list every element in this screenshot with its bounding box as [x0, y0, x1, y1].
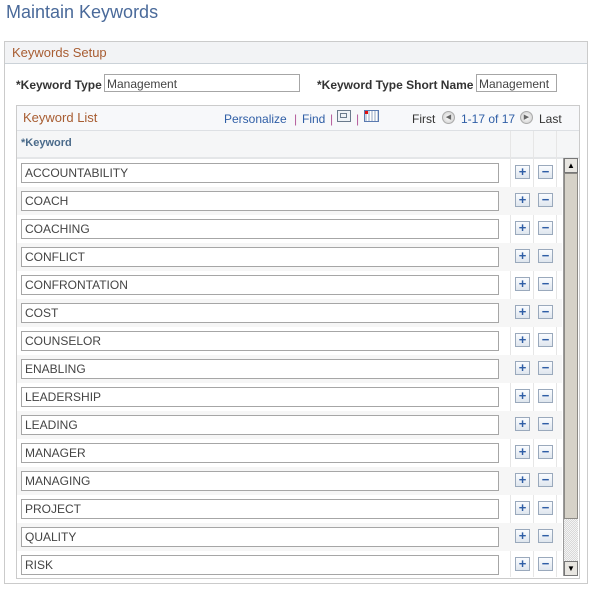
add-row-button[interactable]: +	[515, 501, 530, 515]
keyword-type-input[interactable]: Management	[104, 74, 300, 92]
add-row-button[interactable]: +	[515, 305, 530, 319]
find-link[interactable]: Find	[302, 112, 325, 126]
keyword-rows: ACCOUNTABILITY + − COACH + − COACHING + − CONFLIC…	[17, 159, 562, 579]
keyword-input[interactable]: COUNSELOR	[21, 331, 499, 351]
add-row-button[interactable]: +	[515, 389, 530, 403]
keyword-input[interactable]: COACH	[21, 191, 499, 211]
vertical-scrollbar[interactable]: ▲ ▼	[563, 158, 578, 576]
delete-row-button[interactable]: −	[538, 193, 553, 207]
short-name-input[interactable]: Management	[476, 74, 557, 92]
keyword-input[interactable]: COACHING	[21, 219, 499, 239]
keyword-input[interactable]: ENABLING	[21, 359, 499, 379]
table-row: LEADING + −	[17, 411, 562, 439]
delete-row-button[interactable]: −	[538, 389, 553, 403]
delete-row-button[interactable]: −	[538, 501, 553, 515]
separator: |	[356, 112, 360, 126]
add-row-button[interactable]: +	[515, 277, 530, 291]
keyword-input[interactable]: MANAGING	[21, 471, 499, 491]
keyword-input[interactable]: CONFLICT	[21, 247, 499, 267]
section-title: Keywords Setup	[12, 45, 107, 60]
new-window-icon-inner	[340, 113, 347, 118]
next-icon[interactable]: ▶	[520, 111, 533, 124]
separator: |	[294, 112, 298, 126]
scroll-up-button[interactable]: ▲	[564, 158, 578, 173]
table-row: COUNSELOR + −	[17, 327, 562, 355]
keywords-setup-section: Keywords Setup *Keyword Type Management …	[4, 41, 588, 584]
table-row: MANAGER + −	[17, 439, 562, 467]
table-row: CONFRONTATION + −	[17, 271, 562, 299]
short-name-label: *Keyword Type Short Name	[317, 78, 474, 92]
row-range: 1-17 of 17	[461, 112, 516, 126]
keyword-input[interactable]: CONFRONTATION	[21, 275, 499, 295]
table-row: PROJECT + −	[17, 495, 562, 523]
keyword-input[interactable]: PROJECT	[21, 499, 499, 519]
table-row: RISK + −	[17, 551, 562, 579]
add-row-button[interactable]: +	[515, 445, 530, 459]
page-title: Maintain Keywords	[6, 2, 159, 22]
delete-row-button[interactable]: −	[538, 417, 553, 431]
table-row: COACHING + −	[17, 215, 562, 243]
new-window-icon[interactable]	[337, 110, 351, 122]
first-link[interactable]: First	[412, 112, 435, 126]
keyword-input[interactable]: LEADERSHIP	[21, 387, 499, 407]
delete-row-button[interactable]: −	[538, 165, 553, 179]
delete-row-button[interactable]: −	[538, 277, 553, 291]
delete-row-button[interactable]: −	[538, 305, 553, 319]
delete-row-button[interactable]: −	[538, 361, 553, 375]
delete-row-button[interactable]: −	[538, 557, 553, 571]
scroll-down-button[interactable]: ▼	[564, 561, 578, 576]
column-header-row: *Keyword	[17, 131, 579, 159]
separator: |	[330, 112, 334, 126]
section-header: Keywords Setup	[5, 42, 587, 64]
table-row: ACCOUNTABILITY + −	[17, 159, 562, 187]
keyword-input[interactable]: ACCOUNTABILITY	[21, 163, 499, 183]
keyword-input[interactable]: LEADING	[21, 415, 499, 435]
add-row-button[interactable]: +	[515, 165, 530, 179]
add-row-button[interactable]: +	[515, 193, 530, 207]
add-row-button[interactable]: +	[515, 557, 530, 571]
add-row-button[interactable]: +	[515, 249, 530, 263]
add-row-button[interactable]: +	[515, 473, 530, 487]
keyword-type-label: *Keyword Type	[16, 78, 102, 92]
table-row: COACH + −	[17, 187, 562, 215]
table-row: ENABLING + −	[17, 355, 562, 383]
add-row-button[interactable]: +	[515, 529, 530, 543]
scroll-thumb[interactable]	[564, 173, 578, 519]
download-spreadsheet-icon[interactable]	[364, 110, 379, 122]
delete-row-button[interactable]: −	[538, 473, 553, 487]
table-row: MANAGING + −	[17, 467, 562, 495]
last-link[interactable]: Last	[539, 112, 562, 126]
keyword-input[interactable]: COST	[21, 303, 499, 323]
add-row-button[interactable]: +	[515, 221, 530, 235]
keyword-input[interactable]: RISK	[21, 555, 499, 575]
spreadsheet-marker	[365, 111, 368, 114]
keyword-input[interactable]: MANAGER	[21, 443, 499, 463]
previous-icon[interactable]: ◀	[442, 111, 455, 124]
keyword-column-header: *Keyword	[21, 137, 72, 149]
personalize-link[interactable]: Personalize	[224, 112, 287, 126]
keyword-list-grid: Keyword List Personalize | Find | | Firs…	[16, 105, 580, 579]
keyword-type-row: *Keyword Type Management *Keyword Type S…	[5, 74, 587, 96]
grid-title: Keyword List	[23, 110, 98, 125]
add-row-button[interactable]: +	[515, 417, 530, 431]
grid-header: Keyword List Personalize | Find | | Firs…	[17, 106, 579, 131]
keyword-input[interactable]: QUALITY	[21, 527, 499, 547]
delete-row-button[interactable]: −	[538, 529, 553, 543]
table-row: QUALITY + −	[17, 523, 562, 551]
add-row-button[interactable]: +	[515, 361, 530, 375]
table-row: CONFLICT + −	[17, 243, 562, 271]
delete-row-button[interactable]: −	[538, 249, 553, 263]
delete-row-button[interactable]: −	[538, 221, 553, 235]
table-row: COST + −	[17, 299, 562, 327]
table-row: LEADERSHIP + −	[17, 383, 562, 411]
delete-row-button[interactable]: −	[538, 445, 553, 459]
delete-row-button[interactable]: −	[538, 333, 553, 347]
add-row-button[interactable]: +	[515, 333, 530, 347]
